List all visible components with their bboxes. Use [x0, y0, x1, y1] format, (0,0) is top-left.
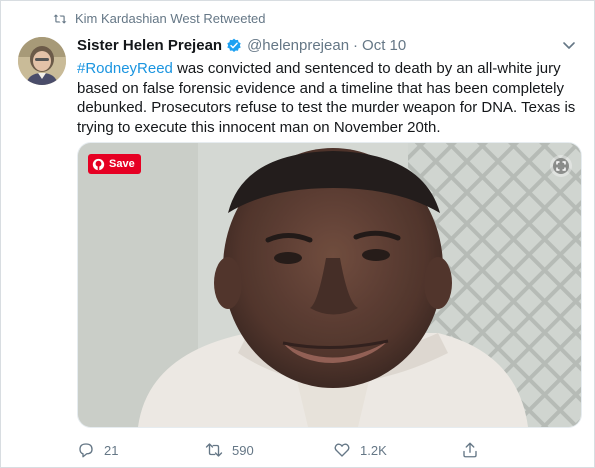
- save-label: Save: [109, 158, 135, 170]
- retweet-label: Kim Kardashian West Retweeted: [75, 11, 266, 26]
- share-button[interactable]: [461, 441, 488, 459]
- retweet-icon: [53, 13, 67, 24]
- author-handle[interactable]: @helenprejean: [247, 37, 349, 54]
- reply-button[interactable]: 21: [77, 441, 205, 459]
- reply-count: 21: [104, 442, 119, 458]
- like-button[interactable]: 1.2K: [333, 441, 461, 459]
- author-name[interactable]: Sister Helen Prejean: [77, 37, 222, 54]
- retweet-context[interactable]: Kim Kardashian West Retweeted: [53, 11, 266, 26]
- like-icon: [334, 443, 350, 457]
- reply-icon: [79, 443, 93, 458]
- share-icon: [463, 442, 477, 458]
- chevron-down-icon[interactable]: [562, 41, 576, 51]
- tweet-date[interactable]: Oct 10: [362, 37, 406, 54]
- pinterest-icon: [92, 158, 105, 170]
- expand-icon: [553, 158, 569, 174]
- header-separator: ·: [353, 37, 359, 54]
- tweet-actions: 21 590 1.2K: [77, 441, 507, 459]
- retweet-icon: [205, 443, 223, 457]
- tweet-media[interactable]: Save: [77, 142, 582, 428]
- like-count: 1.2K: [360, 442, 387, 458]
- expand-button[interactable]: [550, 155, 572, 177]
- avatar-image: [18, 37, 66, 85]
- media-photo: [78, 143, 581, 427]
- avatar[interactable]: [18, 37, 66, 85]
- tweet-card[interactable]: Kim Kardashian West Retweeted Sister Hel…: [0, 0, 595, 468]
- retweet-button[interactable]: 590: [205, 441, 333, 459]
- retweet-count: 590: [232, 442, 254, 458]
- pinterest-save-button[interactable]: Save: [88, 154, 141, 174]
- hashtag-link[interactable]: #RodneyReed: [77, 60, 173, 77]
- verified-badge-icon: [227, 38, 241, 52]
- tweet-text: #RodneyReed was convicted and sentenced …: [77, 59, 577, 137]
- tweet-header: Sister Helen Prejean @helenprejean · Oct…: [77, 37, 406, 54]
